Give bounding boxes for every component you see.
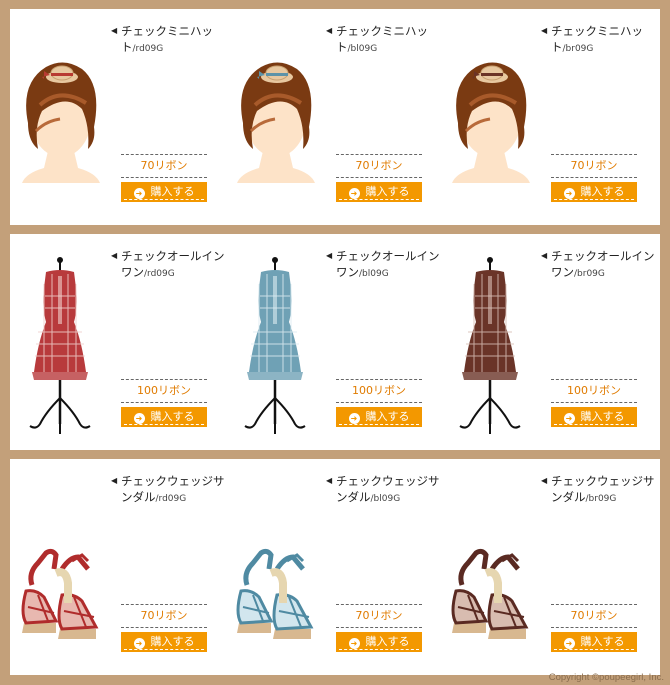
product-name[interactable]: ◀ チェックミニハット/rd09G — [111, 23, 225, 57]
buy-button[interactable]: ➜ 購入する — [336, 182, 422, 202]
product-card: ◀ チェックミニハット/bl09G 70リボン ➜ 購入する — [225, 9, 441, 225]
buy-button[interactable]: ➜ 購入する — [551, 182, 637, 202]
arrow-right-circle-icon: ➜ — [133, 638, 145, 649]
product-code: /rd09G — [132, 44, 164, 54]
price-label: 70リボン — [121, 154, 207, 178]
caret-left-icon: ◀ — [541, 251, 548, 260]
product-code: /rd09G — [155, 494, 187, 504]
product-image-sandal[interactable] — [231, 473, 321, 663]
buy-button-label: 購入する — [580, 185, 625, 198]
buy-button-label: 購入する — [365, 185, 410, 198]
product-card: ◀ チェックミニハット/rd09G 70リボン ➜ 購入する — [10, 9, 226, 225]
caret-left-icon: ◀ — [326, 251, 333, 260]
caret-left-icon: ◀ — [111, 251, 118, 260]
buy-button-label: 購入する — [580, 635, 625, 648]
buy-button[interactable]: ➜ 購入する — [121, 407, 207, 427]
buy-button-label: 購入する — [365, 410, 410, 423]
product-code: /bl09G — [370, 494, 401, 504]
product-row-sandal: ◀ チェックウェッジサンダル/rd09G 70リボン ➜ 購入する ◀ チェックウ… — [10, 459, 660, 675]
arrow-right-circle-icon: ➜ — [563, 413, 575, 424]
product-name[interactable]: ◀ チェックミニハット/bl09G — [326, 23, 440, 57]
caret-left-icon: ◀ — [541, 476, 548, 485]
product-image-dress[interactable] — [16, 248, 106, 438]
arrow-right-circle-icon: ➜ — [348, 638, 360, 649]
price-label: 100リボン — [121, 379, 207, 403]
caret-left-icon: ◀ — [111, 26, 118, 35]
arrow-right-circle-icon: ➜ — [563, 638, 575, 649]
caret-left-icon: ◀ — [326, 26, 333, 35]
product-image-sandal[interactable] — [446, 473, 536, 663]
buy-button[interactable]: ➜ 購入する — [551, 632, 637, 652]
product-code: /bl09G — [359, 269, 389, 279]
buy-button-label: 購入する — [580, 410, 625, 423]
price-label: 70リボン — [551, 604, 637, 628]
product-code: /br09G — [562, 44, 594, 54]
product-image-sandal[interactable] — [16, 473, 106, 663]
product-name[interactable]: ◀ チェックミニハット/br09G — [541, 23, 655, 57]
buy-button[interactable]: ➜ 購入する — [121, 182, 207, 202]
arrow-right-circle-icon: ➜ — [348, 188, 360, 199]
product-name[interactable]: ◀ チェックウェッジサンダル/br09G — [541, 473, 655, 507]
product-card: ◀ チェックウェッジサンダル/br09G 70リボン ➜ 購入する — [440, 459, 656, 675]
caret-left-icon: ◀ — [111, 476, 118, 485]
price-label: 70リボン — [336, 154, 422, 178]
buy-button[interactable]: ➜ 購入する — [551, 407, 637, 427]
caret-left-icon: ◀ — [541, 26, 548, 35]
product-code: /br09G — [574, 269, 605, 279]
product-name[interactable]: ◀ チェックオールインワン/br09G — [541, 248, 655, 282]
price-label: 100リボン — [336, 379, 422, 403]
product-code: /rd09G — [144, 269, 175, 279]
buy-button-label: 購入する — [150, 410, 195, 423]
product-image-hat[interactable] — [231, 23, 321, 213]
product-card: ◀ チェックミニハット/br09G 70リボン ➜ 購入する — [440, 9, 656, 225]
copyright: Copyright ©poupeegirl, Inc. — [548, 672, 664, 683]
buy-button-label: 購入する — [150, 635, 195, 648]
product-name[interactable]: ◀ チェックオールインワン/bl09G — [326, 248, 440, 282]
product-card: ◀ チェックウェッジサンダル/rd09G 70リボン ➜ 購入する — [10, 459, 226, 675]
product-row-hat: ◀ チェックミニハット/rd09G 70リボン ➜ 購入する ◀ チェックミニハッ… — [10, 9, 660, 225]
product-card: ◀ チェックウェッジサンダル/bl09G 70リボン ➜ 購入する — [225, 459, 441, 675]
product-name[interactable]: ◀ チェックオールインワン/rd09G — [111, 248, 225, 282]
product-code: /br09G — [585, 494, 617, 504]
product-code: /bl09G — [347, 44, 378, 54]
product-image-hat[interactable] — [446, 23, 536, 213]
product-card: ◀ チェックオールインワン/bl09G 100リボン ➜ 購入する — [225, 234, 441, 450]
product-card: ◀ チェックオールインワン/rd09G 100リボン ➜ 購入する — [10, 234, 226, 450]
caret-left-icon: ◀ — [326, 476, 333, 485]
buy-button[interactable]: ➜ 購入する — [336, 407, 422, 427]
product-name[interactable]: ◀ チェックウェッジサンダル/bl09G — [326, 473, 440, 507]
price-label: 70リボン — [336, 604, 422, 628]
arrow-right-circle-icon: ➜ — [133, 413, 145, 424]
buy-button[interactable]: ➜ 購入する — [336, 632, 422, 652]
buy-button-label: 購入する — [365, 635, 410, 648]
buy-button[interactable]: ➜ 購入する — [121, 632, 207, 652]
product-card: ◀ チェックオールインワン/br09G 100リボン ➜ 購入する — [440, 234, 656, 450]
price-label: 70リボン — [121, 604, 207, 628]
product-image-hat[interactable] — [16, 23, 106, 213]
product-image-dress[interactable] — [446, 248, 536, 438]
price-label: 70リボン — [551, 154, 637, 178]
price-label: 100リボン — [551, 379, 637, 403]
product-image-dress[interactable] — [231, 248, 321, 438]
arrow-right-circle-icon: ➜ — [563, 188, 575, 199]
buy-button-label: 購入する — [150, 185, 195, 198]
product-row-dress: ◀ チェックオールインワン/rd09G 100リボン ➜ 購入する ◀ チェック… — [10, 234, 660, 450]
arrow-right-circle-icon: ➜ — [348, 413, 360, 424]
arrow-right-circle-icon: ➜ — [133, 188, 145, 199]
product-name[interactable]: ◀ チェックウェッジサンダル/rd09G — [111, 473, 225, 507]
